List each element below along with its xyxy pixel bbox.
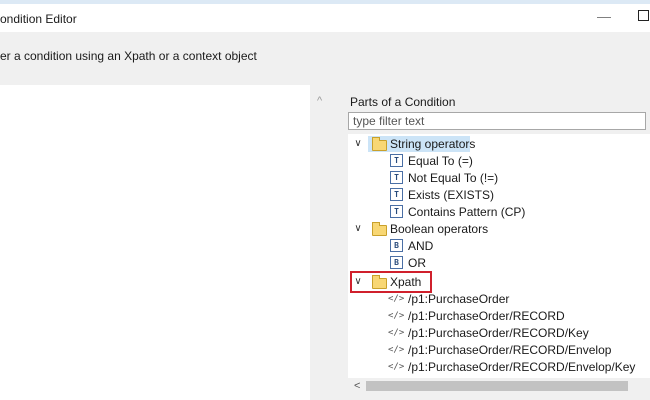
folder-open-icon xyxy=(372,275,387,289)
tree-item[interactable]: T Equal To (=) xyxy=(348,153,648,169)
scrollbar-thumb[interactable] xyxy=(366,381,628,391)
tree-item[interactable]: </> /p1:PurchaseOrder xyxy=(348,291,648,307)
folder-open-icon xyxy=(372,137,387,151)
xml-element-icon: </> xyxy=(388,294,405,304)
tree-item-label: Contains Pattern (CP) xyxy=(408,205,526,219)
xml-element-icon: </> xyxy=(388,328,405,338)
parts-of-condition-label: Parts of a Condition xyxy=(350,95,456,109)
xml-element-icon: </> xyxy=(388,311,405,321)
condition-editor-area[interactable] xyxy=(0,85,310,400)
tree-item-label: Not Equal To (!=) xyxy=(408,171,499,185)
xml-element-icon: </> xyxy=(388,362,405,372)
tree-group-label: String operators xyxy=(390,137,476,151)
tree-group-label: Xpath xyxy=(390,275,422,289)
tree-group-boolean-operators[interactable]: ∨ Boolean operators xyxy=(348,221,648,237)
type-t-icon: T xyxy=(390,154,403,167)
scroll-left-arrow-icon[interactable]: < xyxy=(354,378,360,394)
tree-item-label: /p1:PurchaseOrder/RECORD/Envelop xyxy=(408,343,612,357)
tree-item[interactable]: T Exists (EXISTS) xyxy=(348,187,648,203)
tree-item[interactable]: T Contains Pattern (CP) xyxy=(348,204,648,220)
tree-item[interactable]: B AND xyxy=(348,238,648,254)
chevron-down-icon[interactable]: ∨ xyxy=(352,221,364,237)
scroll-up-arrow-icon[interactable]: ^ xyxy=(317,95,322,107)
filter-input[interactable] xyxy=(348,112,646,130)
tree-item-label: /p1:PurchaseOrder/RECORD xyxy=(408,309,565,323)
type-t-icon: T xyxy=(390,171,403,184)
parts-tree: ∨ String operators T Equal To (=) T Not … xyxy=(348,134,650,378)
xml-element-icon: </> xyxy=(388,345,405,355)
tree-item-label: AND xyxy=(408,239,434,253)
tree-item[interactable]: T Not Equal To (!=) xyxy=(348,170,648,186)
tree-item-label: Equal To (=) xyxy=(408,154,473,168)
tree-group-string-operators[interactable]: ∨ String operators xyxy=(348,136,648,152)
tree-item-label: OR xyxy=(408,256,426,270)
type-t-icon: T xyxy=(390,188,403,201)
tree-item[interactable]: </> /p1:PurchaseOrder/RECORD/Envelop/Key xyxy=(348,359,648,375)
type-b-icon: B xyxy=(390,256,403,269)
window-title: ondition Editor xyxy=(0,12,77,26)
tree-item-label: Exists (EXISTS) xyxy=(408,188,495,202)
tree-item[interactable]: </> /p1:PurchaseOrder/RECORD xyxy=(348,308,648,324)
maximize-icon[interactable] xyxy=(638,10,649,21)
chevron-down-icon[interactable]: ∨ xyxy=(352,274,364,290)
type-t-icon: T xyxy=(390,205,403,218)
tree-item[interactable]: </> /p1:PurchaseOrder/RECORD/Envelop xyxy=(348,342,648,358)
horizontal-scrollbar[interactable]: < xyxy=(348,378,650,394)
tree-item[interactable]: </> /p1:PurchaseOrder/RECORD/Key xyxy=(348,325,648,341)
tree-item-label: /p1:PurchaseOrder xyxy=(408,292,510,306)
dialog-header: er a condition using an Xpath or a conte… xyxy=(0,32,650,85)
pane-divider xyxy=(310,85,344,400)
chevron-down-icon[interactable]: ∨ xyxy=(352,136,364,152)
tree-item[interactable]: B OR xyxy=(348,255,648,271)
minimize-icon[interactable]: — xyxy=(597,8,611,24)
tree-item-label: /p1:PurchaseOrder/RECORD/Envelop/Key xyxy=(408,360,636,374)
folder-open-icon xyxy=(372,222,387,236)
tree-group-xpath[interactable]: ∨ Xpath xyxy=(348,274,648,290)
header-description: er a condition using an Xpath or a conte… xyxy=(0,49,257,63)
title-bar: ondition Editor — xyxy=(0,4,650,32)
tree-item-label: /p1:PurchaseOrder/RECORD/Key xyxy=(408,326,589,340)
type-b-icon: B xyxy=(390,239,403,252)
tree-group-label: Boolean operators xyxy=(390,222,489,236)
